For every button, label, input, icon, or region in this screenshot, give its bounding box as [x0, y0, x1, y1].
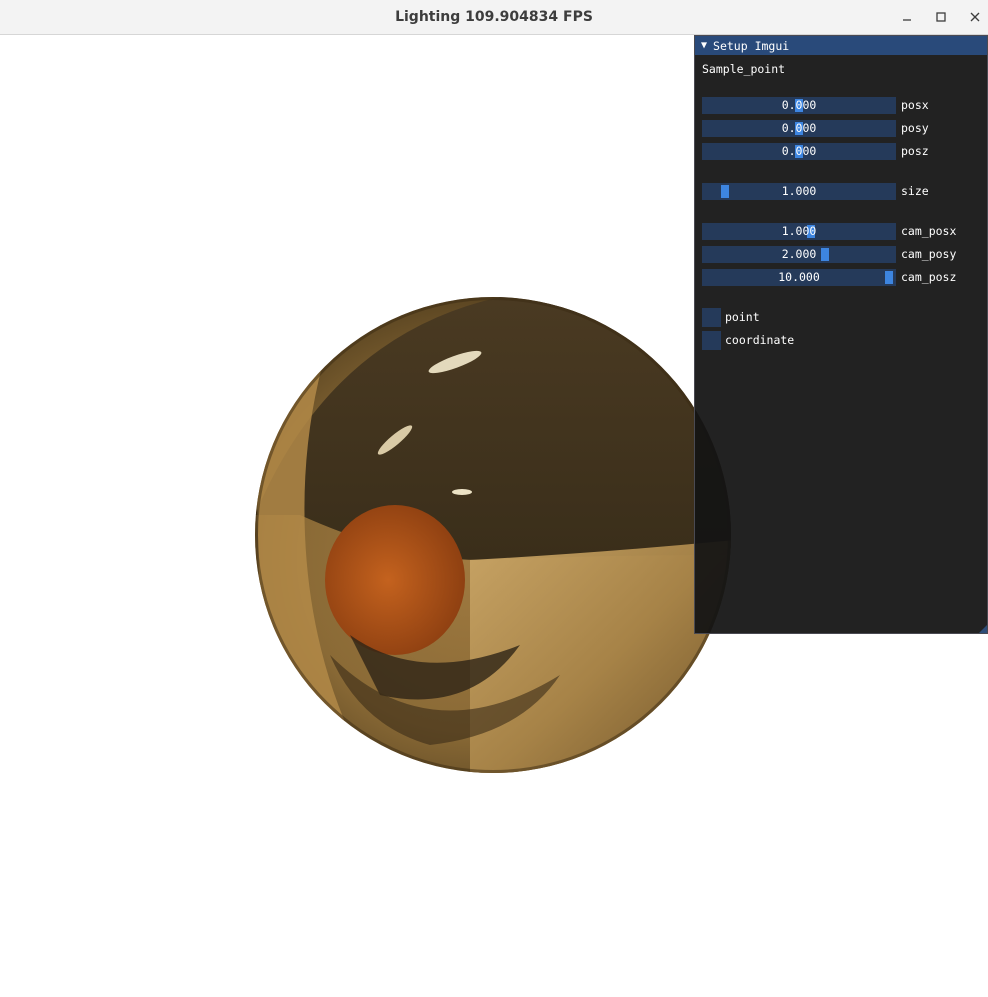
checkbox-point[interactable] [702, 308, 721, 327]
checkbox-label[interactable]: coordinate [725, 331, 794, 350]
minimize-icon [903, 19, 911, 21]
slider-label: cam_posy [901, 247, 957, 261]
slider-value: 1.000 [781, 184, 817, 198]
slider-label: posx [901, 98, 929, 112]
minimize-button[interactable] [895, 5, 919, 29]
checkbox-label[interactable]: point [725, 308, 760, 327]
slider-label: posy [901, 121, 929, 135]
slider-label: cam_posx [901, 224, 957, 238]
section-label: Sample_point [702, 62, 786, 76]
slider-value: 10.000 [778, 270, 820, 284]
title-bar: Lighting 109.904834 FPS [0, 0, 988, 35]
collapse-arrow-icon[interactable]: ▼ [701, 40, 707, 51]
slider-value: 1.000 [781, 224, 817, 238]
imgui-title-bar[interactable]: ▼ Setup Imgui [695, 36, 987, 55]
slider-value: 0.000 [781, 121, 817, 135]
close-button[interactable] [963, 5, 987, 29]
imgui-title: Setup Imgui [713, 38, 790, 53]
slider-value: 2.000 [781, 247, 817, 261]
slider-posy[interactable]: 0.000 [702, 120, 896, 137]
checkbox-coordinate[interactable] [702, 331, 721, 350]
maximize-button[interactable] [929, 5, 953, 29]
slider-label: posz [901, 144, 929, 158]
slider-value: 0.000 [781, 98, 817, 112]
slider-value: 0.000 [781, 144, 817, 158]
slider-posx[interactable]: 0.000 [702, 97, 896, 114]
slider-label: cam_posz [901, 270, 957, 284]
maximize-icon [936, 12, 946, 22]
slider-cam-posz[interactable]: 10.000 [702, 269, 896, 286]
slider-cam-posx[interactable]: 1.000 [702, 223, 896, 240]
resize-grip[interactable] [979, 625, 987, 633]
slider-size[interactable]: 1.000 [702, 183, 896, 200]
imgui-window[interactable]: ▼ Setup Imgui Sample_point 0.000 posx 0.… [694, 35, 988, 634]
slider-posz[interactable]: 0.000 [702, 143, 896, 160]
window-title: Lighting 109.904834 FPS [395, 9, 593, 25]
close-icon [970, 12, 980, 22]
slider-label: size [901, 184, 929, 198]
slider-cam-posy[interactable]: 2.000 [702, 246, 896, 263]
